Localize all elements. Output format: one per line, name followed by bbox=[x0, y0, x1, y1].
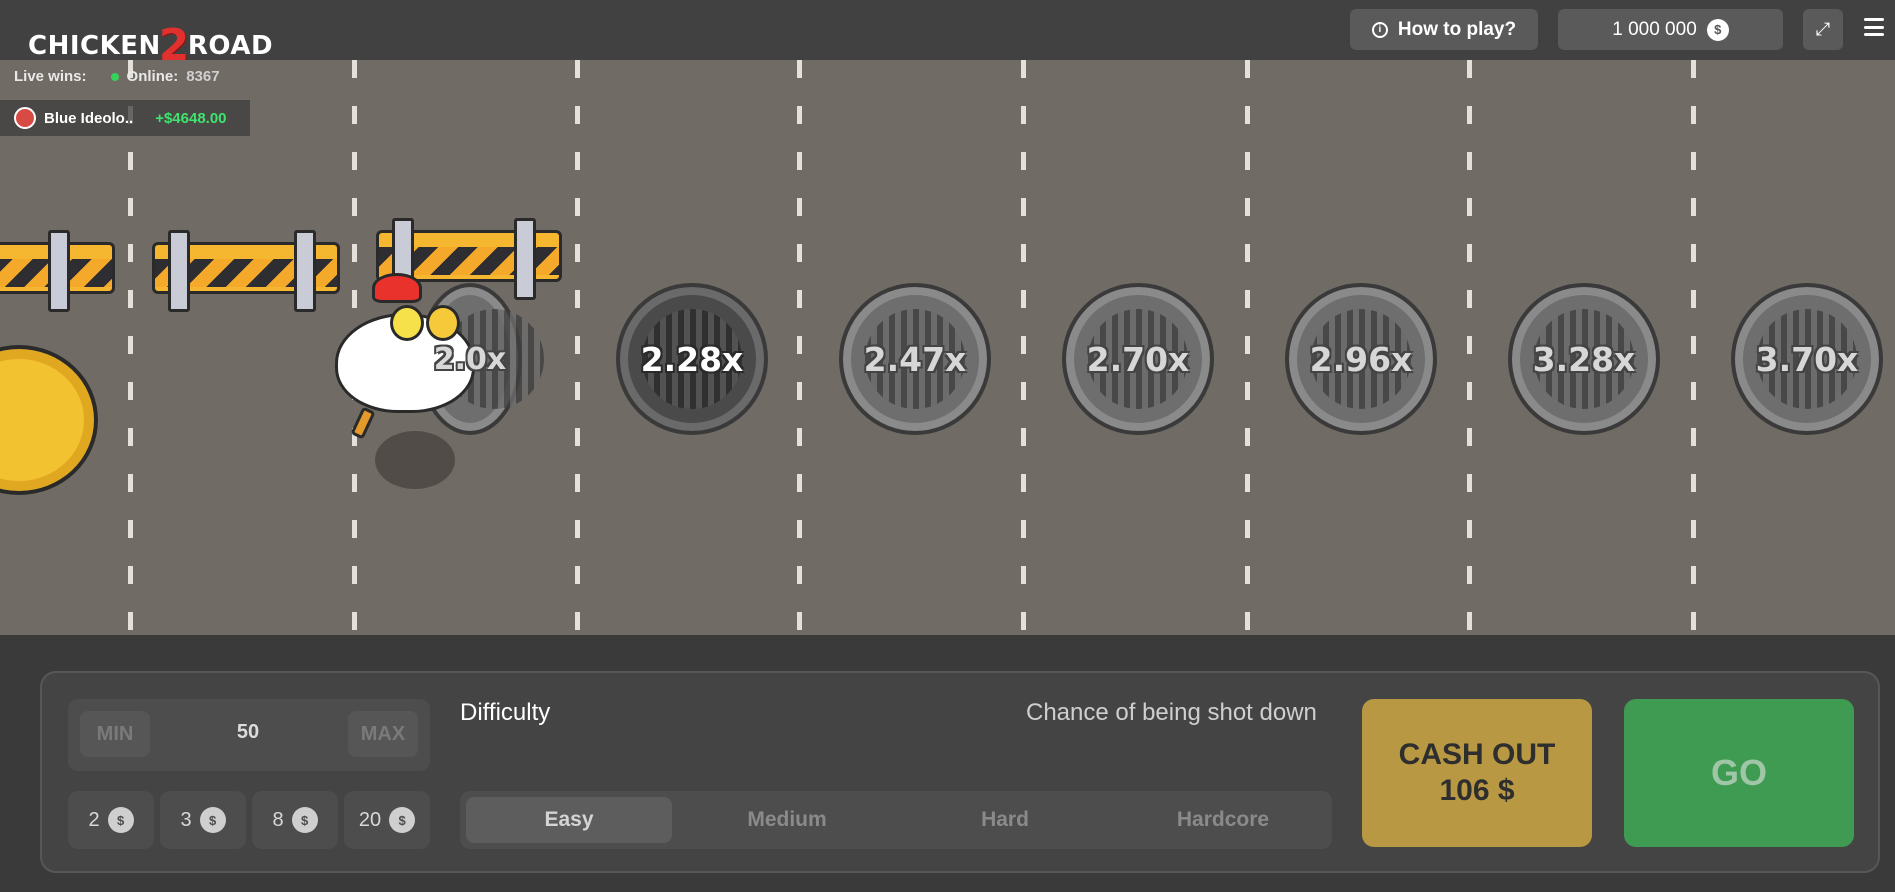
multiplier-cell: 2.96x bbox=[1285, 283, 1437, 435]
game-logo: CHICKEN2ROAD bbox=[28, 14, 274, 71]
logo-text-road: ROAD bbox=[187, 31, 274, 61]
multiplier-cell: 2.70x bbox=[1062, 283, 1214, 435]
quick-bet-value: 2 bbox=[88, 808, 100, 831]
chance-label: Chance of being shot down bbox=[1026, 699, 1317, 726]
difficulty-medium-tab[interactable]: Medium bbox=[684, 797, 890, 843]
quick-bet-20[interactable]: 20 $ bbox=[344, 791, 430, 849]
top-bar: CHICKEN2ROAD i How to play? 1 000 000 $ … bbox=[0, 0, 1895, 71]
cash-out-button[interactable]: CASH OUT 106 $ bbox=[1362, 699, 1592, 847]
difficulty-selector: Easy Medium Hard Hardcore bbox=[460, 791, 1332, 849]
road-barrier bbox=[152, 230, 340, 312]
multiplier-label: 2.70x bbox=[1086, 339, 1190, 379]
multiplier-cell: 3.28x bbox=[1508, 283, 1660, 435]
online-count: 8367 bbox=[186, 68, 220, 85]
winner-name: Blue Ideolo.. bbox=[44, 109, 134, 127]
road-barrier bbox=[0, 230, 115, 312]
live-wins-panel: Live wins: Online: 8367 Blue Ideolo.. +$… bbox=[0, 60, 250, 140]
multiplier-label: 2.47x bbox=[863, 339, 967, 379]
lane-divider bbox=[1691, 60, 1696, 635]
multiplier-label: 2.0x bbox=[433, 341, 507, 377]
multiplier-label: 2.96x bbox=[1309, 339, 1413, 379]
dollar-coin-icon: $ bbox=[291, 807, 318, 833]
quick-bet-value: 8 bbox=[272, 808, 284, 831]
info-icon: i bbox=[1371, 21, 1388, 38]
hamburger-menu-icon[interactable] bbox=[1864, 18, 1884, 36]
multiplier-cell: 2.47x bbox=[839, 283, 991, 435]
quick-bet-3[interactable]: 3 $ bbox=[160, 791, 246, 849]
user-avatar bbox=[14, 107, 36, 129]
bet-amount-input[interactable]: MIN 50 MAX bbox=[68, 699, 430, 771]
online-label: Online: bbox=[126, 68, 179, 85]
lane-divider bbox=[1021, 60, 1026, 635]
quick-bet-8[interactable]: 8 $ bbox=[252, 791, 338, 849]
bet-amount-value[interactable]: 50 bbox=[188, 721, 308, 744]
quick-bet-2[interactable]: 2 $ bbox=[68, 791, 154, 849]
difficulty-easy-tab[interactable]: Easy bbox=[466, 797, 672, 843]
game-road: 2.0x 2.28x 2.47x 2.70x 2.96x 3.28x 3.70x… bbox=[0, 60, 1895, 635]
max-bet-button[interactable]: MAX bbox=[348, 711, 418, 757]
min-bet-button[interactable]: MIN bbox=[80, 711, 150, 757]
go-button[interactable]: GO bbox=[1624, 699, 1854, 847]
quick-bet-value: 3 bbox=[180, 808, 192, 831]
cash-out-label: CASH OUT bbox=[1398, 738, 1556, 771]
difficulty-hardcore-tab[interactable]: Hardcore bbox=[1120, 797, 1326, 843]
dollar-coin-icon: $ bbox=[1706, 18, 1729, 41]
lane-divider bbox=[575, 60, 580, 635]
win-amount: +$4648.00 bbox=[155, 109, 227, 127]
lane-divider bbox=[1467, 60, 1472, 635]
balance-display: 1 000 000 $ bbox=[1558, 9, 1783, 50]
how-to-play-label: How to play? bbox=[1397, 18, 1517, 40]
gold-coin-icon bbox=[0, 345, 98, 495]
live-wins-label: Live wins: bbox=[14, 68, 87, 85]
multiplier-label: 3.28x bbox=[1532, 339, 1636, 379]
multiplier-label: 3.70x bbox=[1755, 339, 1859, 379]
multiplier-label: 2.28x bbox=[640, 339, 744, 379]
difficulty-label: Difficulty bbox=[460, 699, 551, 726]
expand-icon: ⤢ bbox=[1815, 19, 1831, 39]
recent-win-row: Blue Ideolo.. +$4648.00 bbox=[0, 100, 250, 136]
multiplier-cell: 3.70x bbox=[1731, 283, 1883, 435]
dollar-coin-icon: $ bbox=[107, 807, 134, 833]
logo-text-chicken: CHICKEN bbox=[28, 31, 161, 61]
cash-out-amount: 106 $ bbox=[1439, 774, 1515, 807]
multiplier-cell-active[interactable]: 2.28x bbox=[616, 283, 768, 435]
balance-value: 1 000 000 bbox=[1612, 18, 1697, 40]
online-status-dot bbox=[110, 72, 119, 81]
fullscreen-button[interactable]: ⤢ bbox=[1803, 9, 1843, 50]
difficulty-hard-tab[interactable]: Hard bbox=[902, 797, 1108, 843]
bet-control-panel: MIN 50 MAX 2 $ 3 $ 8 $ 20 $ Difficulty C… bbox=[40, 671, 1880, 873]
dollar-coin-icon: $ bbox=[389, 807, 416, 833]
lane-divider bbox=[1245, 60, 1250, 635]
lane-divider bbox=[797, 60, 802, 635]
quick-bet-value: 20 bbox=[358, 808, 382, 831]
lane-divider bbox=[128, 60, 133, 635]
dollar-coin-icon: $ bbox=[199, 807, 226, 833]
how-to-play-button[interactable]: i How to play? bbox=[1350, 9, 1538, 50]
